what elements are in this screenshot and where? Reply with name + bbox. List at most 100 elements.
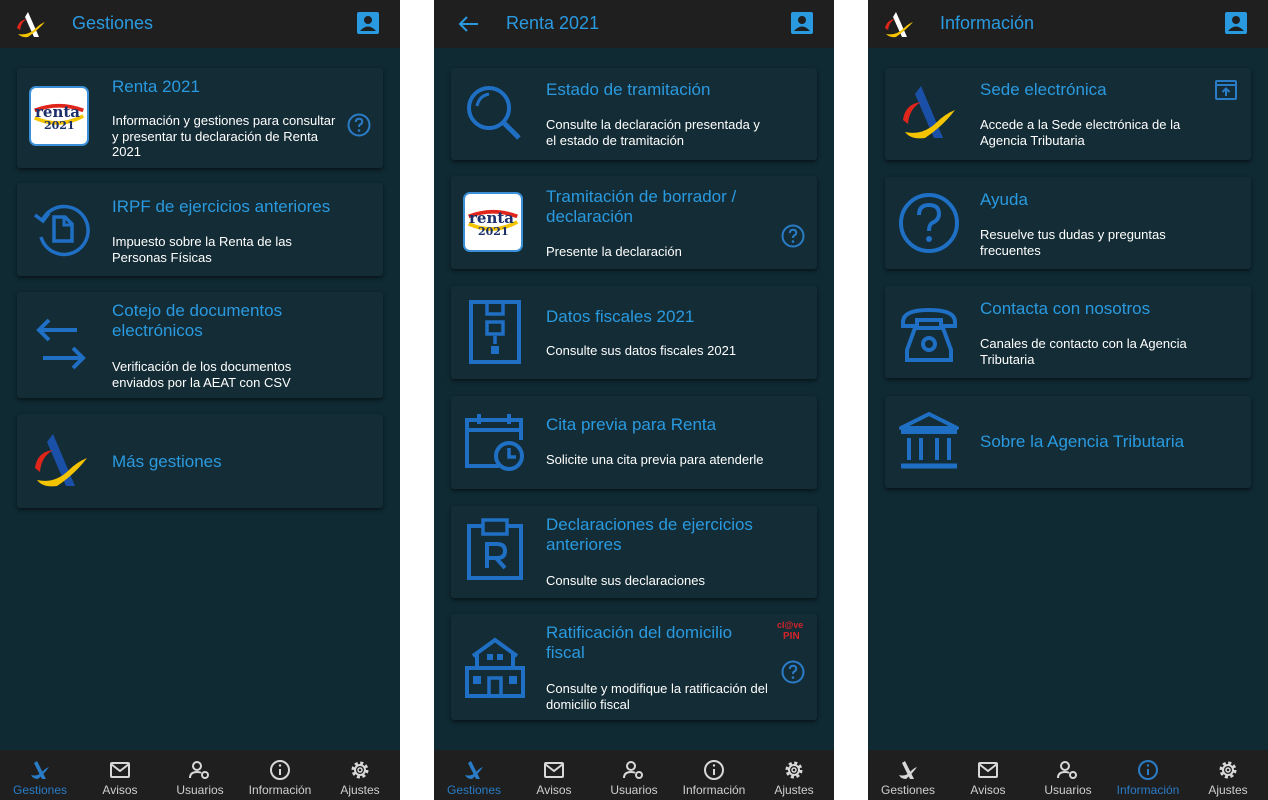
card-description: Información y gestiones para consultar y…	[112, 113, 336, 159]
swap-arrows-icon	[36, 318, 86, 370]
card-mas-gestiones[interactable]: Más gestiones	[17, 414, 383, 508]
card-ayuda[interactable]: Ayuda Resuelve tus dudas y preguntas fre…	[885, 177, 1251, 269]
nav-label: Avisos	[970, 783, 1006, 797]
renta-2021-logo: renta 2021	[463, 192, 527, 256]
back-arrow-icon[interactable]	[448, 8, 484, 40]
nav-usuarios[interactable]: Usuarios	[1028, 750, 1108, 800]
page-title: Renta 2021	[506, 13, 600, 33]
open-external-icon[interactable]	[1215, 80, 1237, 100]
nav-avisos[interactable]: Avisos	[948, 750, 1028, 800]
nav-label: Información	[682, 783, 746, 797]
nav-usuarios[interactable]: Usuarios	[160, 750, 240, 800]
card-title: Cotejo de documentos electrónicos	[112, 301, 283, 340]
nav-label: Ajustes	[774, 783, 814, 797]
card-description: Consulte y modifique la ratificación del…	[546, 681, 768, 712]
card-description: Presente la declaración	[546, 244, 682, 259]
nav-ajustes[interactable]: Ajustes	[1188, 750, 1268, 800]
nav-label: Gestiones	[880, 783, 936, 797]
card-title: Más gestiones	[112, 452, 222, 471]
fiscal-data-icon	[469, 300, 521, 364]
magnifier-icon	[467, 86, 521, 140]
nav-informacion[interactable]: Información	[240, 750, 320, 800]
gear-icon	[1219, 761, 1237, 779]
aeat-nav-icon	[899, 761, 917, 779]
gear-icon	[785, 761, 803, 779]
nav-label: Avisos	[102, 783, 138, 797]
nav-avisos[interactable]: Avisos	[514, 750, 594, 800]
mail-icon	[978, 762, 998, 778]
user-settings-icon	[189, 761, 209, 779]
clave-pin-badge: cl@ve PIN	[777, 620, 807, 646]
card-declaraciones-anteriores[interactable]: Declaraciones de ejercicios anteriores C…	[451, 506, 817, 598]
card-renta-2021[interactable]: renta 2021 Renta 2021 Información y gest…	[17, 68, 383, 168]
info-icon	[1138, 760, 1158, 780]
card-cita-previa[interactable]: Cita previa para Renta Solicite una cita…	[451, 396, 817, 489]
app-bar: Renta 2021	[434, 0, 834, 48]
nav-usuarios[interactable]: Usuarios	[594, 750, 674, 800]
nav-label: Información	[248, 783, 312, 797]
nav-ajustes[interactable]: Ajustes	[320, 750, 400, 800]
institution-icon	[899, 412, 959, 469]
aeat-logo	[35, 434, 87, 487]
card-title: Ratificación del domicilio fiscal	[546, 623, 733, 662]
card-description: Resuelve tus dudas y preguntas frecuente…	[980, 227, 1166, 258]
account-box-icon[interactable]	[790, 11, 814, 35]
screen-informacion: Información Sede electrónica Accede a la…	[868, 0, 1268, 800]
help-icon[interactable]	[347, 113, 371, 137]
bottom-navigation: Gestiones Avisos Usuarios Información Aj…	[868, 750, 1268, 800]
card-title: Ayuda	[980, 190, 1028, 209]
help-icon[interactable]	[781, 660, 805, 684]
card-title: Sede electrónica	[980, 80, 1107, 99]
nav-avisos[interactable]: Avisos	[80, 750, 160, 800]
question-circle-icon	[899, 193, 959, 253]
card-title: Declaraciones de ejercicios anteriores	[546, 515, 753, 554]
nav-gestiones[interactable]: Gestiones	[0, 750, 80, 800]
card-title: IRPF de ejercicios anteriores	[112, 197, 331, 216]
app-bar: Información	[868, 0, 1268, 48]
nav-label: Información	[1116, 783, 1180, 797]
renta-year: 2021	[478, 225, 509, 238]
nav-gestiones[interactable]: Gestiones	[434, 750, 514, 800]
nav-ajustes[interactable]: Ajustes	[754, 750, 834, 800]
help-icon[interactable]	[781, 224, 805, 248]
nav-informacion[interactable]: Información	[674, 750, 754, 800]
clipboard-r-icon	[467, 518, 523, 580]
mail-icon	[544, 762, 564, 778]
nav-informacion[interactable]: Información	[1108, 750, 1188, 800]
card-datos-fiscales[interactable]: Datos fiscales 2021 Consulte sus datos f…	[451, 286, 817, 379]
card-description: Verificación de los documentos enviados …	[112, 359, 292, 390]
card-irpf-anteriores[interactable]: IRPF de ejercicios anteriores Impuesto s…	[17, 183, 383, 276]
card-estado-tramitacion[interactable]: Estado de tramitación Consulte la declar…	[451, 68, 817, 160]
card-title: Datos fiscales 2021	[546, 307, 695, 326]
account-box-icon[interactable]	[1224, 11, 1248, 35]
building-icon	[465, 637, 525, 698]
gear-icon	[351, 761, 369, 779]
info-icon	[704, 760, 724, 780]
card-title: Cita previa para Renta	[546, 415, 717, 434]
card-title: Tramitación de borrador / declaración	[546, 187, 737, 226]
card-cotejo-documentos[interactable]: Cotejo de documentos electrónicos Verifi…	[17, 292, 383, 398]
card-tramitacion-borrador[interactable]: renta 2021 Tramitación de borrador / dec…	[451, 176, 817, 269]
bottom-navigation: Gestiones Avisos Usuarios Información Aj…	[0, 750, 400, 800]
nav-label: Usuarios	[1044, 783, 1092, 797]
page-title: Información	[940, 13, 1035, 33]
renta-year: 2021	[44, 119, 75, 132]
card-description: Solicite una cita previa para atenderle	[546, 452, 764, 467]
card-contacta[interactable]: Contacta con nosotros Canales de contact…	[885, 286, 1251, 378]
history-document-icon	[33, 204, 90, 257]
nav-gestiones[interactable]: Gestiones	[868, 750, 948, 800]
aeat-logo-icon	[885, 12, 913, 38]
card-sede-electronica[interactable]: Sede electrónica Accede a la Sede electr…	[885, 68, 1251, 160]
user-settings-icon	[623, 761, 643, 779]
account-box-icon[interactable]	[356, 11, 380, 35]
aeat-logo-icon	[17, 12, 45, 38]
card-sobre-agencia[interactable]: Sobre la Agencia Tributaria	[885, 396, 1251, 488]
card-description: Consulte la declaración presentada y el …	[546, 117, 760, 148]
user-settings-icon	[1057, 761, 1077, 779]
aeat-nav-icon	[31, 761, 49, 779]
card-description: Accede a la Sede electrónica de la Agenc…	[980, 117, 1181, 148]
nav-label: Usuarios	[610, 783, 658, 797]
info-icon	[270, 760, 290, 780]
card-ratificacion-domicilio[interactable]: Ratificación del domicilio fiscal Consul…	[451, 614, 817, 720]
card-title: Renta 2021	[112, 77, 200, 96]
